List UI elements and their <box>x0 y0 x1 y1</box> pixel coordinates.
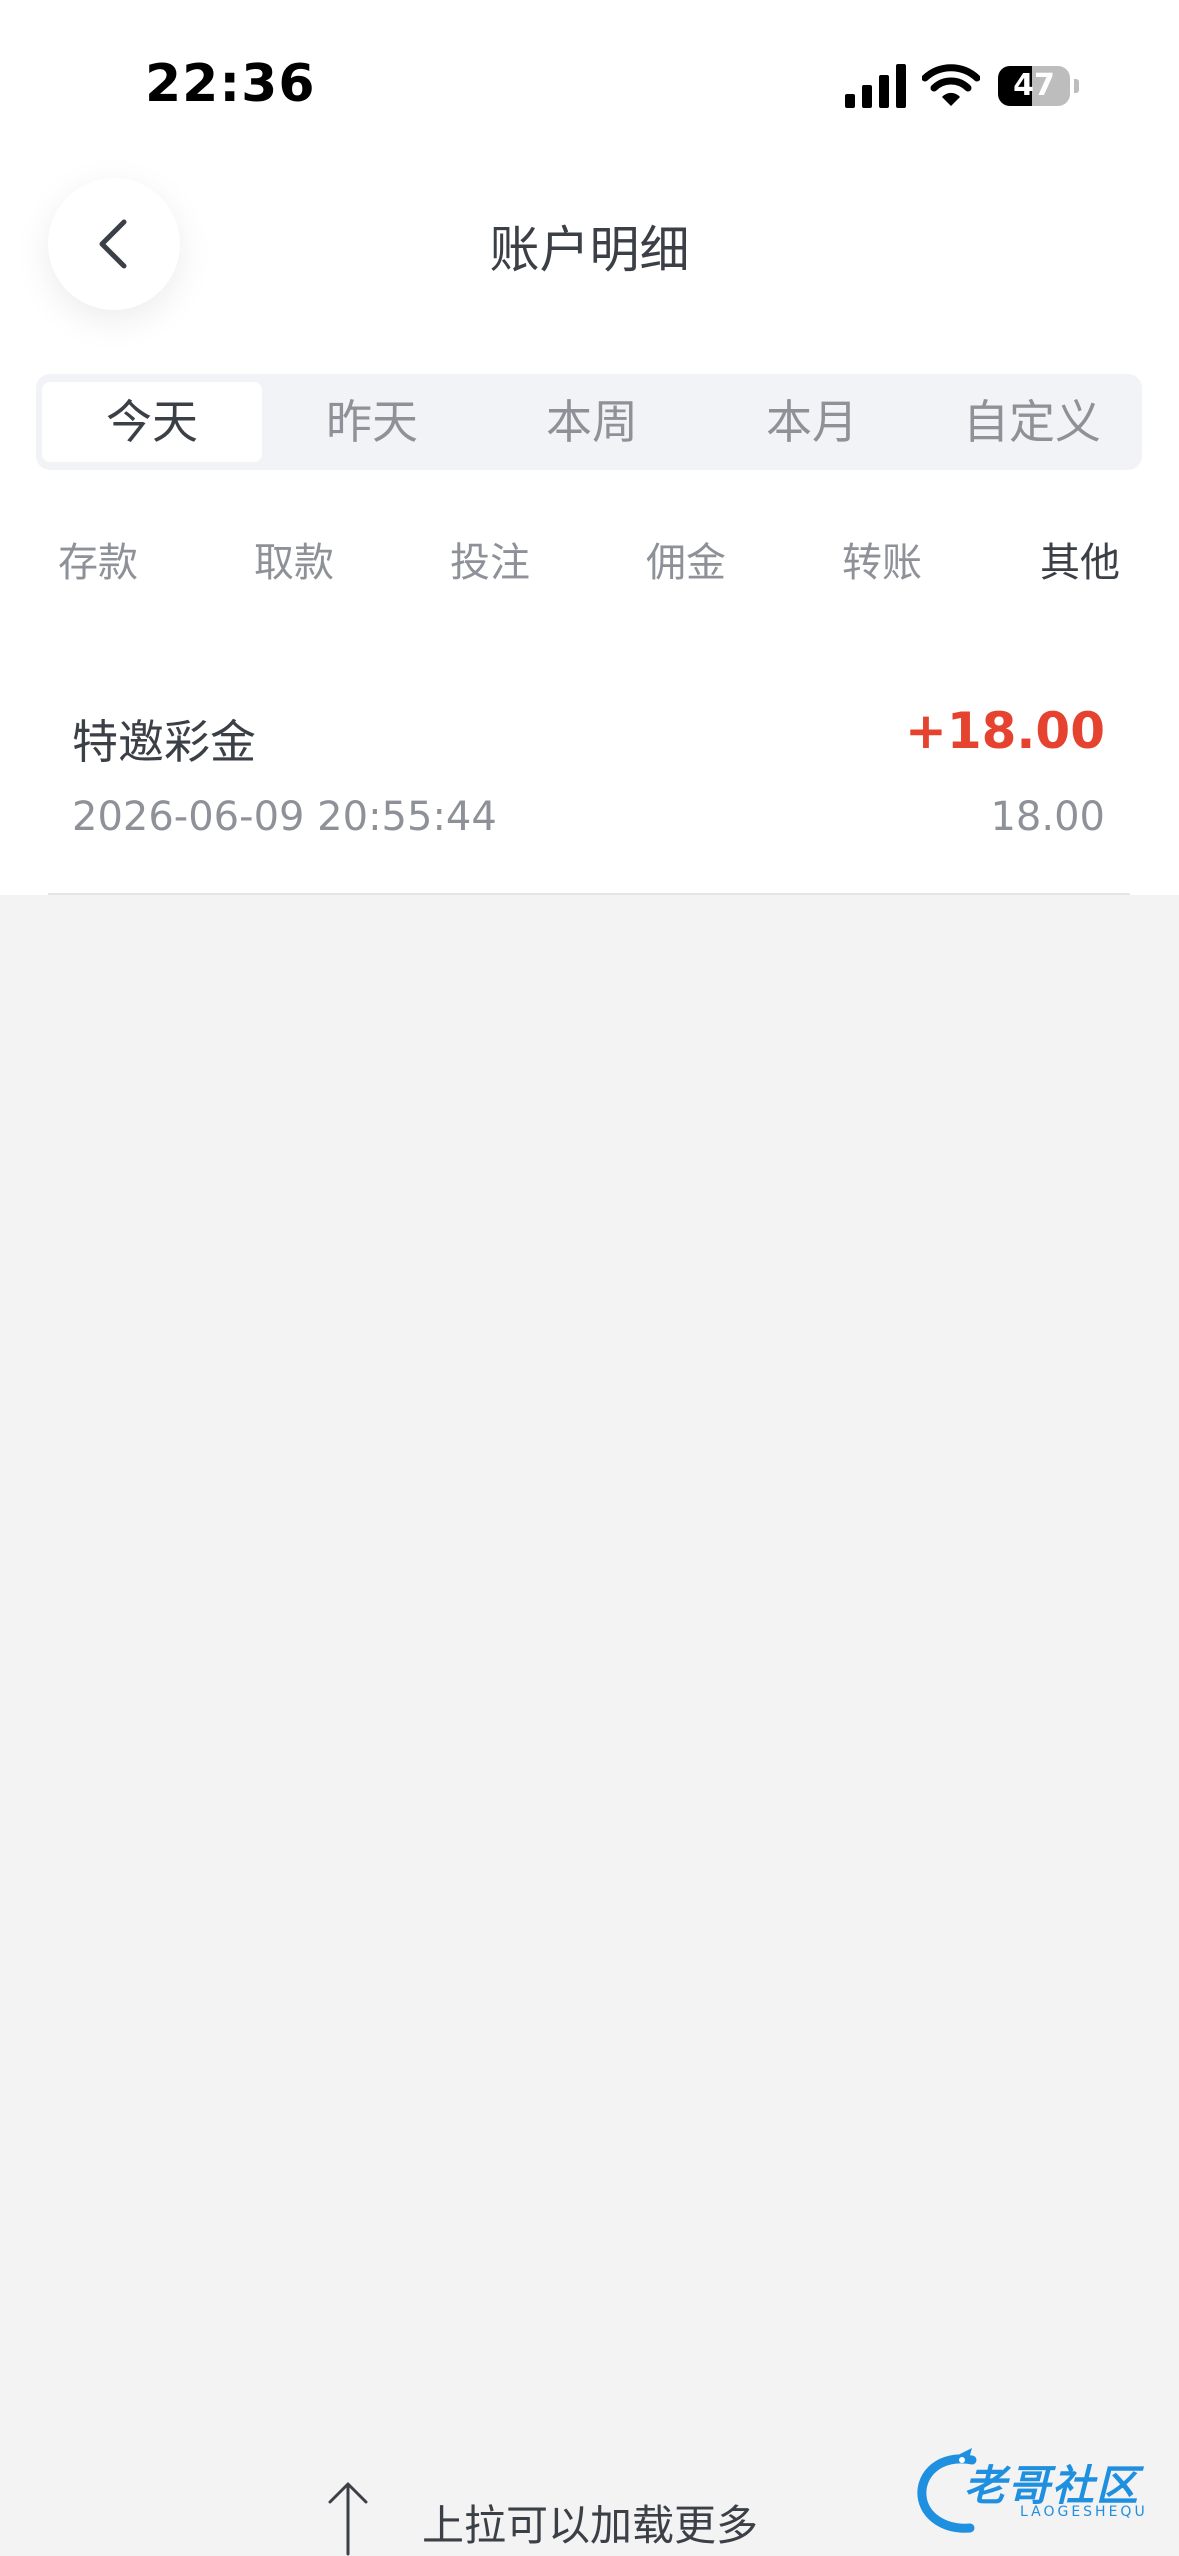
record-balance: 18.00 <box>990 794 1105 840</box>
type-filters: 存款 取款 投注 佣金 转账 其他 <box>0 530 1179 590</box>
tab-yesterday[interactable]: 昨天 <box>262 382 482 462</box>
filter-other[interactable]: 其他 <box>1000 530 1160 588</box>
filter-commission[interactable]: 佣金 <box>606 530 766 588</box>
page-title: 账户明细 <box>489 221 690 279</box>
filter-withdraw[interactable]: 取款 <box>214 530 374 588</box>
status-time: 22:36 <box>145 54 316 114</box>
cellular-signal-icon <box>845 64 906 108</box>
watermark-subtext: LAOGESHEQU <box>1020 2504 1148 2520</box>
battery-indicator: 47 <box>998 66 1079 106</box>
battery-level: 47 <box>1013 68 1055 103</box>
tab-this-week[interactable]: 本周 <box>482 382 702 462</box>
tab-this-month[interactable]: 本月 <box>702 382 922 462</box>
watermark-logo: 老哥社区 LAOGESHEQU <box>912 2446 1170 2546</box>
wifi-icon <box>922 64 980 106</box>
record-divider <box>48 893 1130 895</box>
record-title: 特邀彩金 <box>72 715 256 769</box>
up-arrow-icon <box>328 2482 368 2556</box>
tab-today[interactable]: 今天 <box>42 382 262 462</box>
battery-cap <box>1074 79 1079 93</box>
filter-transfer[interactable]: 转账 <box>802 530 962 588</box>
load-more-text: 上拉可以加载更多 <box>422 2501 759 2550</box>
filter-deposit[interactable]: 存款 <box>18 530 178 588</box>
battery-icon: 47 <box>998 66 1070 106</box>
tab-custom[interactable]: 自定义 <box>922 382 1142 462</box>
filter-bet[interactable]: 投注 <box>410 530 570 588</box>
record-amount: +18.00 <box>904 702 1105 760</box>
date-tabs: 今天 昨天 本周 本月 自定义 <box>36 374 1142 470</box>
record-time: 2026-06-09 20:55:44 <box>72 794 497 840</box>
